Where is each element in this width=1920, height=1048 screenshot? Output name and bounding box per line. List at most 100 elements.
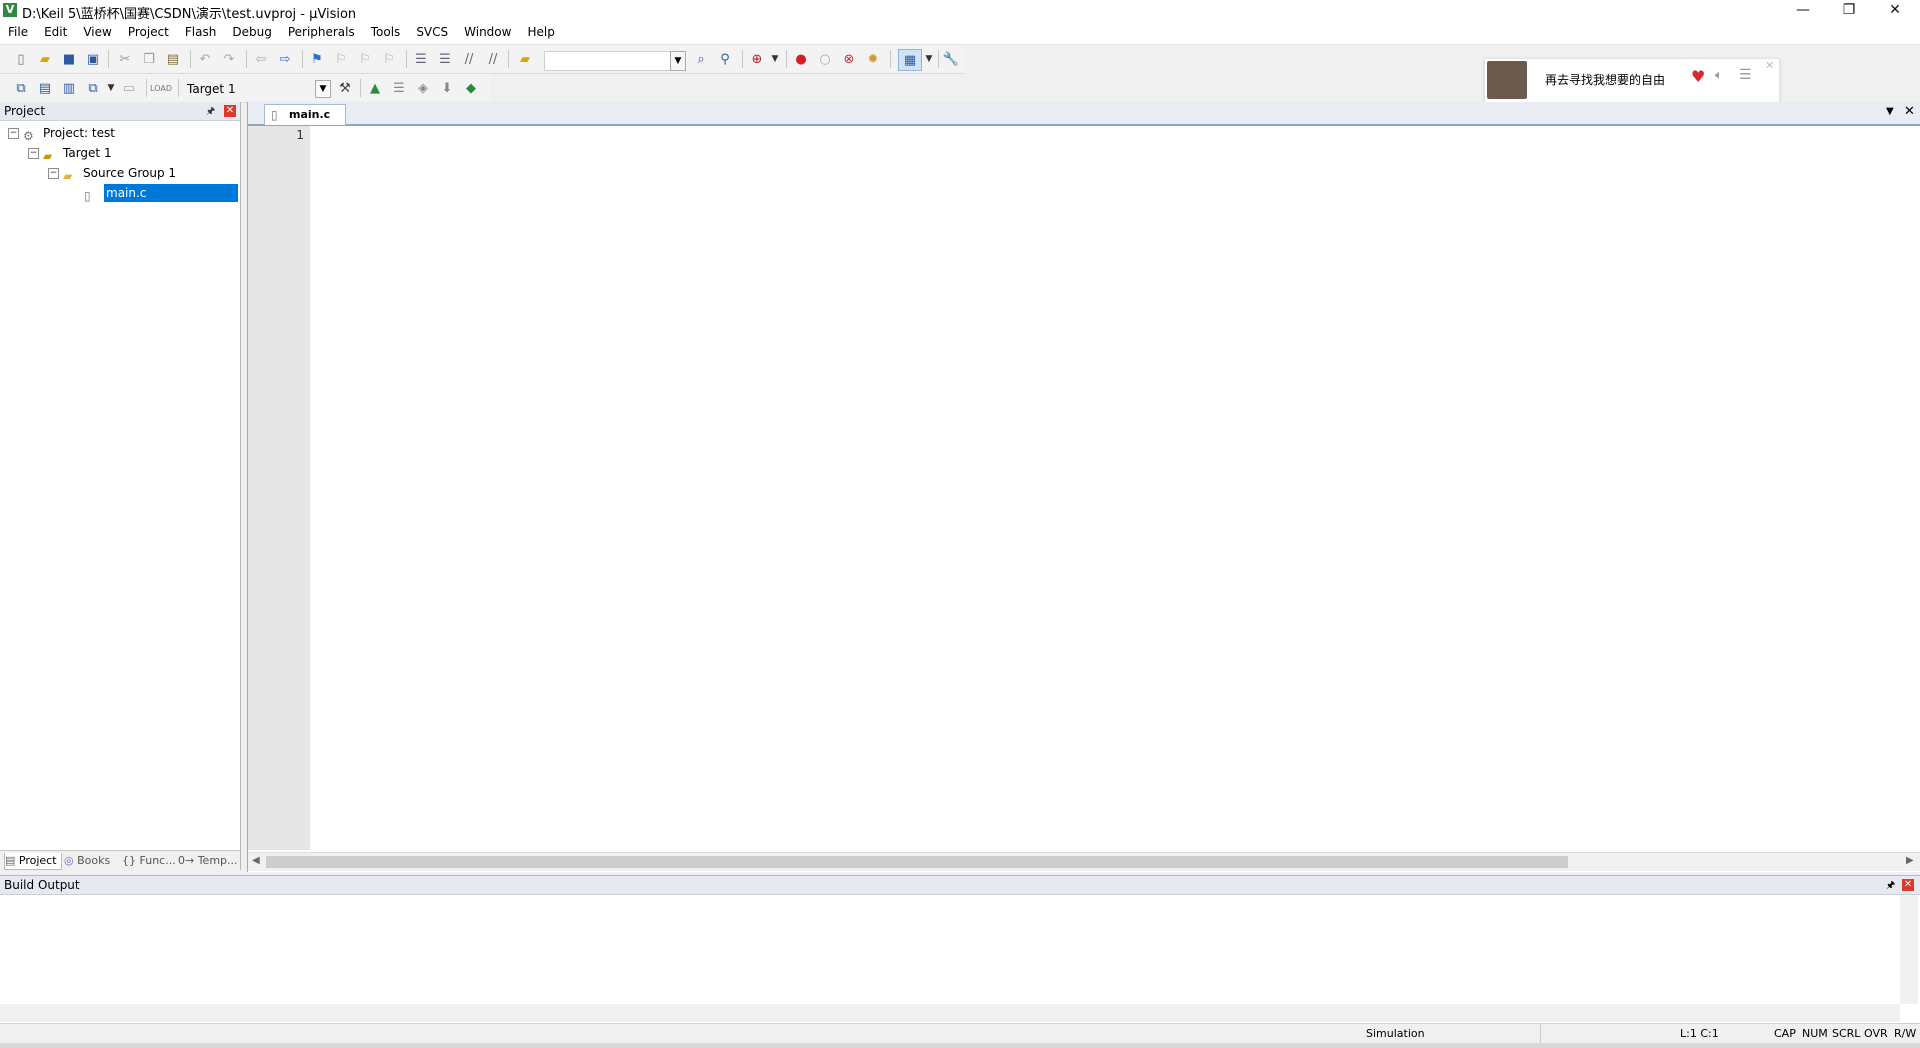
menu-window[interactable]: Window bbox=[456, 22, 519, 44]
minimize-button[interactable]: — bbox=[1780, 0, 1826, 22]
collapse-icon[interactable]: − bbox=[8, 128, 19, 139]
manage-project-items-icon[interactable]: ▲ bbox=[366, 79, 384, 97]
kill-breakpoints-icon[interactable]: ✹ bbox=[864, 50, 882, 68]
scrollbar-thumb[interactable] bbox=[266, 856, 1568, 868]
redo-icon[interactable]: ↷ bbox=[220, 50, 238, 68]
run-time-environment-icon[interactable]: ◆ bbox=[462, 79, 480, 97]
manage-multi-project-icon[interactable]: ☰ bbox=[390, 79, 408, 97]
menu-help[interactable]: Help bbox=[519, 22, 562, 44]
heart-icon[interactable]: ♥ bbox=[1691, 67, 1705, 86]
menu-file[interactable]: File bbox=[0, 22, 36, 44]
target-select-dropdown-icon[interactable]: ▼ bbox=[315, 80, 331, 98]
pin-icon[interactable]: 🖈 bbox=[1886, 878, 1895, 895]
configure-icon[interactable]: 🔧 bbox=[942, 50, 960, 68]
prev-bookmark-icon[interactable]: ⚐ bbox=[332, 50, 350, 68]
project-panel-tabs: ▤ Project ◎ Books {} Func... 0→ Temp... bbox=[0, 850, 240, 871]
undo-icon[interactable]: ↶ bbox=[196, 50, 214, 68]
speaker-icon[interactable]: 🔈︎ bbox=[1715, 68, 1723, 83]
insert-bookmark-icon[interactable]: ⚑ bbox=[308, 50, 326, 68]
find-combo-input[interactable] bbox=[544, 51, 686, 71]
horizontal-scrollbar[interactable]: ◀ ▶ bbox=[248, 852, 1920, 871]
tree-target-node[interactable]: − ▰ Target 1 bbox=[28, 144, 112, 163]
build-toolbar: ⧉ ▤ ▥ ⧉ ▼ ▭ LOAD Target 1 ▼ ⚒ ▲ ☰ ◈ ⬇ ◆ bbox=[0, 74, 490, 103]
collapse-icon[interactable]: − bbox=[28, 148, 39, 159]
uncomment-icon[interactable]: // bbox=[484, 50, 502, 68]
translate-icon[interactable]: ⧉ bbox=[12, 79, 30, 97]
tree-group-node[interactable]: − ▰ Source Group 1 bbox=[48, 164, 176, 183]
editor-tab-main-c[interactable]: ▯ main.c bbox=[264, 104, 346, 125]
window-layout-dropdown-icon[interactable]: ▼ bbox=[920, 50, 938, 68]
tree-project-node[interactable]: − ⚙ Project: test bbox=[8, 124, 115, 143]
menu-peripherals[interactable]: Peripherals bbox=[280, 22, 363, 44]
enable-breakpoint-icon[interactable]: ○ bbox=[816, 50, 834, 68]
menu-tools[interactable]: Tools bbox=[363, 22, 409, 44]
next-bookmark-icon[interactable]: ⚐ bbox=[356, 50, 374, 68]
find-combo-dropdown-icon[interactable]: ▼ bbox=[670, 51, 686, 71]
menu-edit[interactable]: Edit bbox=[36, 22, 75, 44]
find-icon[interactable]: ⌕ bbox=[692, 50, 710, 68]
menu-view[interactable]: View bbox=[75, 22, 119, 44]
close-editor-icon[interactable]: ✕ bbox=[1904, 104, 1915, 119]
comment-icon[interactable]: // bbox=[460, 50, 478, 68]
tab-books[interactable]: ◎ Books bbox=[64, 853, 110, 869]
build-output-panel: Build Output 🖈 ✕ bbox=[0, 875, 1920, 1024]
debug-session-dropdown-icon[interactable]: ▼ bbox=[766, 50, 784, 68]
incremental-find-icon[interactable]: ⚲ bbox=[716, 50, 734, 68]
tab-list-dropdown-icon[interactable]: ▼ bbox=[1886, 106, 1894, 117]
project-panel-header: Project 🖈 ✕ bbox=[0, 102, 240, 121]
menu-svcs[interactable]: SVCS bbox=[408, 22, 456, 44]
cut-icon[interactable]: ✂ bbox=[116, 50, 134, 68]
target-select[interactable]: Target 1 ▼ bbox=[182, 79, 332, 99]
navigate-forward-icon[interactable]: ⇨ bbox=[276, 50, 294, 68]
paste-icon[interactable]: ▤ bbox=[164, 50, 182, 68]
select-packs-icon[interactable]: ◈ bbox=[414, 79, 432, 97]
copy-icon[interactable]: ❐ bbox=[140, 50, 158, 68]
indent-icon[interactable]: ☰ bbox=[412, 50, 430, 68]
collapse-icon[interactable]: − bbox=[48, 168, 59, 179]
insert-breakpoint-icon[interactable]: ● bbox=[792, 50, 810, 68]
tree-file-node[interactable]: ▯ main.c bbox=[84, 184, 238, 203]
unindent-icon[interactable]: ☰ bbox=[436, 50, 454, 68]
window-layout-icon[interactable]: ▦ bbox=[898, 49, 922, 71]
close-window-button[interactable]: ✕ bbox=[1872, 0, 1918, 22]
folder-icon: ▰ bbox=[63, 168, 73, 183]
build-output-text[interactable] bbox=[2, 896, 1898, 1004]
c-file-icon: ▯ bbox=[271, 108, 278, 122]
menu-debug[interactable]: Debug bbox=[224, 22, 279, 44]
stop-build-icon[interactable]: ▭ bbox=[120, 79, 138, 97]
tab-templates[interactable]: 0→ Temp... bbox=[178, 853, 238, 869]
scroll-left-icon[interactable]: ◀ bbox=[252, 855, 260, 866]
restore-button[interactable]: ❐ bbox=[1826, 0, 1872, 22]
save-all-icon[interactable]: ▣ bbox=[84, 50, 102, 68]
debug-session-icon[interactable]: ⊕ bbox=[748, 50, 766, 68]
playlist-icon[interactable]: ☰ bbox=[1739, 67, 1752, 83]
editor-tab-bar: ▯ main.c ▼ ✕ bbox=[248, 102, 1920, 126]
rebuild-icon[interactable]: ▥ bbox=[60, 79, 78, 97]
find-in-files-icon[interactable]: ▰ bbox=[516, 50, 534, 68]
close-widget-icon[interactable]: ✕ bbox=[1765, 59, 1774, 72]
build-icon[interactable]: ▤ bbox=[36, 79, 54, 97]
code-area[interactable] bbox=[310, 126, 1920, 850]
menu-flash[interactable]: Flash bbox=[177, 22, 224, 44]
scroll-right-icon[interactable]: ▶ bbox=[1906, 855, 1914, 866]
new-file-icon[interactable]: ▯ bbox=[12, 50, 30, 68]
navigate-back-icon[interactable]: ⇦ bbox=[252, 50, 270, 68]
disable-breakpoints-icon[interactable]: ⊗ bbox=[840, 50, 858, 68]
target-options-icon[interactable]: ⚒ bbox=[336, 79, 354, 97]
tab-functions[interactable]: {} Func... bbox=[122, 853, 176, 869]
vertical-scrollbar[interactable] bbox=[1900, 896, 1918, 1004]
save-icon[interactable]: ■ bbox=[60, 50, 78, 68]
project-icon: ⚙ bbox=[23, 128, 34, 143]
batch-build-icon[interactable]: ⧉ bbox=[84, 79, 102, 97]
menu-project[interactable]: Project bbox=[120, 22, 177, 44]
pack-installer-icon[interactable]: ⬇ bbox=[438, 79, 456, 97]
build-horizontal-scrollbar[interactable] bbox=[0, 1004, 1900, 1022]
tab-project[interactable]: ▤ Project bbox=[4, 853, 62, 870]
open-file-icon[interactable]: ▰ bbox=[36, 50, 54, 68]
close-panel-icon[interactable]: ✕ bbox=[224, 105, 236, 117]
download-icon[interactable]: LOAD bbox=[150, 79, 172, 97]
batch-build-dropdown-icon[interactable]: ▼ bbox=[102, 79, 120, 97]
close-panel-icon[interactable]: ✕ bbox=[1902, 879, 1914, 891]
pin-icon[interactable]: 🖈 bbox=[206, 104, 215, 121]
clear-bookmarks-icon[interactable]: ⚐ bbox=[380, 50, 398, 68]
